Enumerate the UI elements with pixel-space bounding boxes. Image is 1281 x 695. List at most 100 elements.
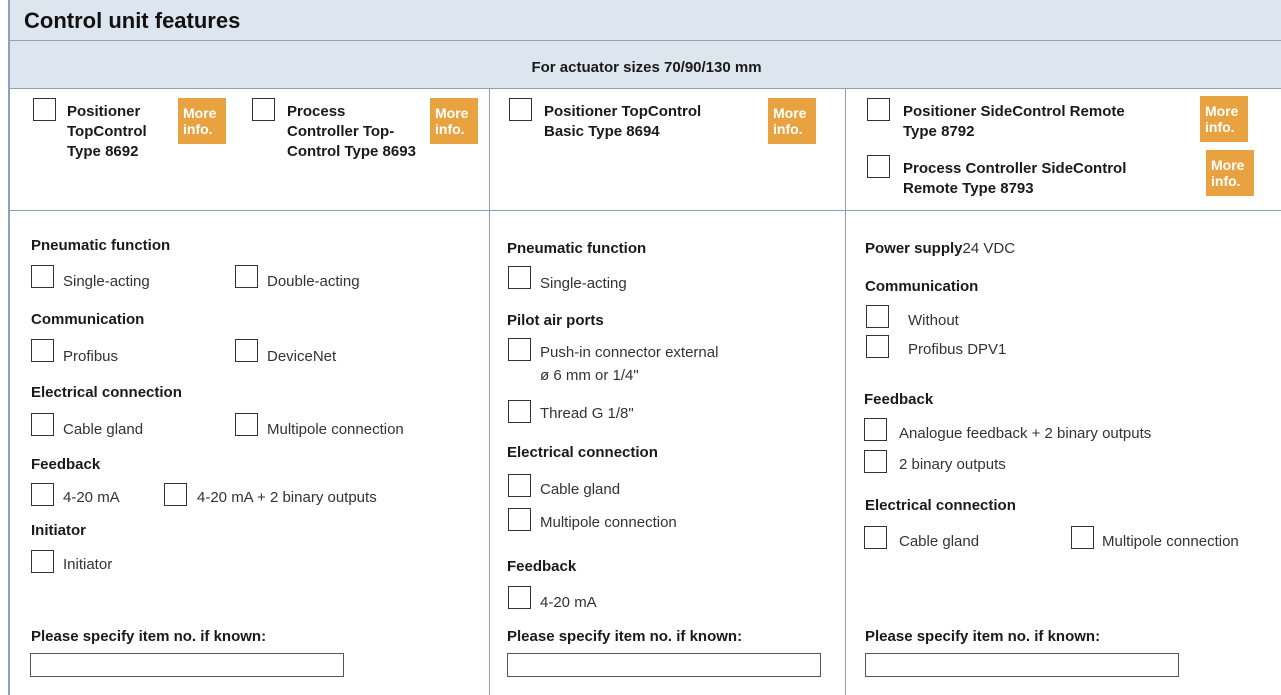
- col3-without-checkbox[interactable]: [866, 305, 889, 328]
- col1-initiator-checkbox[interactable]: [31, 550, 54, 573]
- col1-4-20ma-binary-checkbox[interactable]: [164, 483, 187, 506]
- col2-thread-checkbox[interactable]: [508, 400, 531, 423]
- column-divider-1: [489, 88, 490, 695]
- col1-electrical-heading: Electrical connection: [31, 384, 182, 401]
- col1-multipole-checkbox[interactable]: [235, 413, 258, 436]
- col2-multipole-label: Multipole connection: [540, 514, 677, 531]
- col1-item-no-label: Please specify item no. if known:: [31, 628, 267, 645]
- row-divider: [10, 210, 1281, 211]
- col3-binary-outputs-label: 2 binary outputs: [899, 456, 1006, 473]
- col2-multipole-checkbox[interactable]: [508, 508, 531, 531]
- more-info-button-8793[interactable]: More info.: [1206, 150, 1254, 196]
- product-title-8692: Positioner TopControl Type 8692: [67, 102, 147, 162]
- product-title-8793-line1: Process Controller SideControl: [903, 160, 1127, 177]
- control-unit-form: Control unit features For actuator sizes…: [8, 0, 1281, 695]
- col2-single-acting-checkbox[interactable]: [508, 266, 531, 289]
- product-title-8693-line3: Control Type 8693: [287, 143, 416, 160]
- col2-push-in-label-line1: Push-in connector external: [540, 344, 719, 361]
- product-title-8693-line2: Controller Top-: [287, 123, 395, 140]
- col2-item-no-input[interactable]: [507, 653, 821, 677]
- col2-push-in-label: Push-in connector external ø 6 mm or 1/4…: [540, 343, 718, 386]
- column-divider-2: [845, 88, 846, 695]
- sizes-label: For actuator sizes 70/90/130 mm: [531, 59, 762, 76]
- col1-initiator-heading: Initiator: [31, 522, 86, 539]
- col1-profibus-checkbox[interactable]: [31, 339, 54, 362]
- col1-4-20ma-binary-label: 4-20 mA + 2 binary outputs: [197, 489, 377, 506]
- product-title-8792-line1: Positioner SideControl Remote: [903, 103, 1125, 120]
- col3-communication-heading: Communication: [865, 278, 979, 295]
- col2-thread-label: Thread G 1/8": [540, 405, 634, 422]
- more-info-line1: More: [1211, 157, 1245, 173]
- more-info-line1: More: [435, 105, 469, 121]
- col1-devicenet-label: DeviceNet: [267, 348, 337, 365]
- title-bar: Control unit features: [10, 0, 1281, 41]
- col2-feedback-heading: Feedback: [507, 558, 577, 575]
- col2-push-in-checkbox[interactable]: [508, 338, 531, 361]
- col3-without-label: Without: [908, 312, 959, 329]
- col1-multipole-label: Multipole connection: [267, 421, 404, 438]
- col2-electrical-heading: Electrical connection: [507, 444, 658, 461]
- col3-power-supply: Power supply24 VDC: [865, 240, 1015, 257]
- more-info-line1: More: [773, 105, 807, 121]
- col1-item-no-input[interactable]: [30, 653, 344, 677]
- more-info-line2: info.: [773, 121, 803, 137]
- col2-4-20ma-label: 4-20 mA: [540, 594, 597, 611]
- more-info-button-8792[interactable]: More info.: [1200, 96, 1248, 142]
- product-title-8694-line2: Basic Type 8694: [544, 123, 660, 140]
- col1-double-acting-checkbox[interactable]: [235, 265, 258, 288]
- product-title-8792: Positioner SideControl Remote Type 8792: [903, 102, 1125, 142]
- page-title: Control unit features: [24, 8, 241, 33]
- product-title-8793: Process Controller SideControl Remote Ty…: [903, 159, 1126, 199]
- more-info-line2: info.: [1205, 119, 1235, 135]
- more-info-button-8694[interactable]: More info.: [768, 98, 816, 144]
- col1-profibus-label: Profibus: [63, 348, 119, 365]
- col3-item-no-label: Please specify item no. if known:: [865, 628, 1101, 645]
- col1-initiator-label: Initiator: [63, 556, 113, 573]
- col1-4-20ma-label: 4-20 mA: [63, 489, 120, 506]
- more-info-line2: info.: [435, 121, 465, 137]
- col1-4-20ma-checkbox[interactable]: [31, 483, 54, 506]
- col1-single-acting-label: Single-acting: [63, 273, 150, 290]
- checkbox-type-8792[interactable]: [867, 98, 890, 121]
- col3-item-no-input[interactable]: [865, 653, 1179, 677]
- more-info-button-8692[interactable]: More info.: [178, 98, 226, 144]
- product-title-8792-line2: Type 8792: [903, 123, 975, 140]
- col3-profibus-dpv1-label: Profibus DPV1: [908, 341, 1007, 358]
- col2-4-20ma-checkbox[interactable]: [508, 586, 531, 609]
- col1-pneumatic-heading: Pneumatic function: [31, 237, 171, 254]
- product-title-8692-line3: Type 8692: [67, 143, 139, 160]
- checkbox-type-8693[interactable]: [252, 98, 275, 121]
- col2-cable-gland-checkbox[interactable]: [508, 474, 531, 497]
- product-title-8692-line2: TopControl: [67, 123, 147, 140]
- col3-multipole-checkbox[interactable]: [1071, 526, 1094, 549]
- col1-communication-heading: Communication: [31, 311, 145, 328]
- col3-profibus-dpv1-checkbox[interactable]: [866, 335, 889, 358]
- col2-pneumatic-heading: Pneumatic function: [507, 240, 647, 257]
- product-title-8793-line2: Remote Type 8793: [903, 180, 1034, 197]
- col1-double-acting-label: Double-acting: [267, 273, 360, 290]
- product-title-8694-line1: Positioner TopControl: [544, 103, 702, 120]
- col3-power-label: Power supply: [865, 240, 963, 257]
- col3-cable-gland-checkbox[interactable]: [864, 526, 887, 549]
- col3-power-value: 24 VDC: [962, 240, 1016, 257]
- checkbox-type-8692[interactable]: [33, 98, 56, 121]
- checkbox-type-8694[interactable]: [509, 98, 532, 121]
- col2-single-acting-label: Single-acting: [540, 275, 627, 292]
- col3-electrical-heading: Electrical connection: [865, 497, 1016, 514]
- sizes-header: For actuator sizes 70/90/130 mm: [10, 41, 1281, 89]
- more-info-line1: More: [1205, 103, 1239, 119]
- col1-feedback-heading: Feedback: [31, 456, 101, 473]
- col2-cable-gland-label: Cable gland: [540, 481, 621, 498]
- product-title-8692-line1: Positioner: [67, 103, 141, 120]
- col3-binary-outputs-checkbox[interactable]: [864, 450, 887, 473]
- product-title-8693-line1: Process: [287, 103, 346, 120]
- more-info-line2: info.: [183, 121, 213, 137]
- col3-analogue-feedback-checkbox[interactable]: [864, 418, 887, 441]
- col1-devicenet-checkbox[interactable]: [235, 339, 258, 362]
- col1-single-acting-checkbox[interactable]: [31, 265, 54, 288]
- col3-multipole-label: Multipole connection: [1102, 533, 1239, 550]
- more-info-button-8693[interactable]: More info.: [430, 98, 478, 144]
- col1-cable-gland-label: Cable gland: [63, 421, 144, 438]
- col1-cable-gland-checkbox[interactable]: [31, 413, 54, 436]
- checkbox-type-8793[interactable]: [867, 155, 890, 178]
